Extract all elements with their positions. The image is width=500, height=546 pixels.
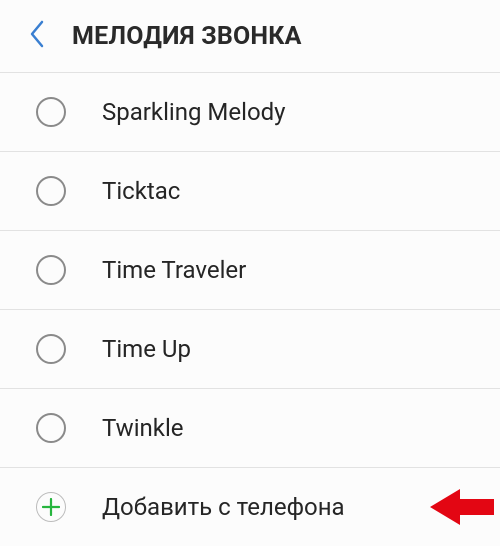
ringtone-item[interactable]: Ticktac [0, 151, 500, 230]
ringtone-label: Time Traveler [102, 256, 246, 284]
radio-unselected-icon[interactable] [36, 255, 66, 285]
add-from-phone-item[interactable]: Добавить с телефона [0, 467, 500, 546]
page-title: МЕЛОДИЯ ЗВОНКА [72, 22, 302, 51]
add-from-phone-label: Добавить с телефона [102, 493, 345, 521]
back-button[interactable] [24, 15, 52, 57]
ringtone-label: Time Up [102, 335, 191, 363]
ringtone-list: Sparkling Melody Ticktac Time Traveler T… [0, 72, 500, 546]
plus-icon [36, 492, 66, 522]
ringtone-item[interactable]: Time Up [0, 309, 500, 388]
ringtone-label: Sparkling Melody [102, 98, 286, 126]
ringtone-item[interactable]: Sparkling Melody [0, 72, 500, 151]
radio-unselected-icon[interactable] [36, 97, 66, 127]
ringtone-label: Twinkle [102, 414, 184, 442]
radio-unselected-icon[interactable] [36, 334, 66, 364]
back-chevron-icon [28, 19, 48, 53]
ringtone-item[interactable]: Twinkle [0, 388, 500, 467]
annotation-arrow-left-icon [430, 487, 494, 527]
radio-unselected-icon[interactable] [36, 413, 66, 443]
ringtone-label: Ticktac [102, 177, 180, 205]
radio-unselected-icon[interactable] [36, 176, 66, 206]
ringtone-item[interactable]: Time Traveler [0, 230, 500, 309]
app-header: МЕЛОДИЯ ЗВОНКА [0, 0, 500, 72]
